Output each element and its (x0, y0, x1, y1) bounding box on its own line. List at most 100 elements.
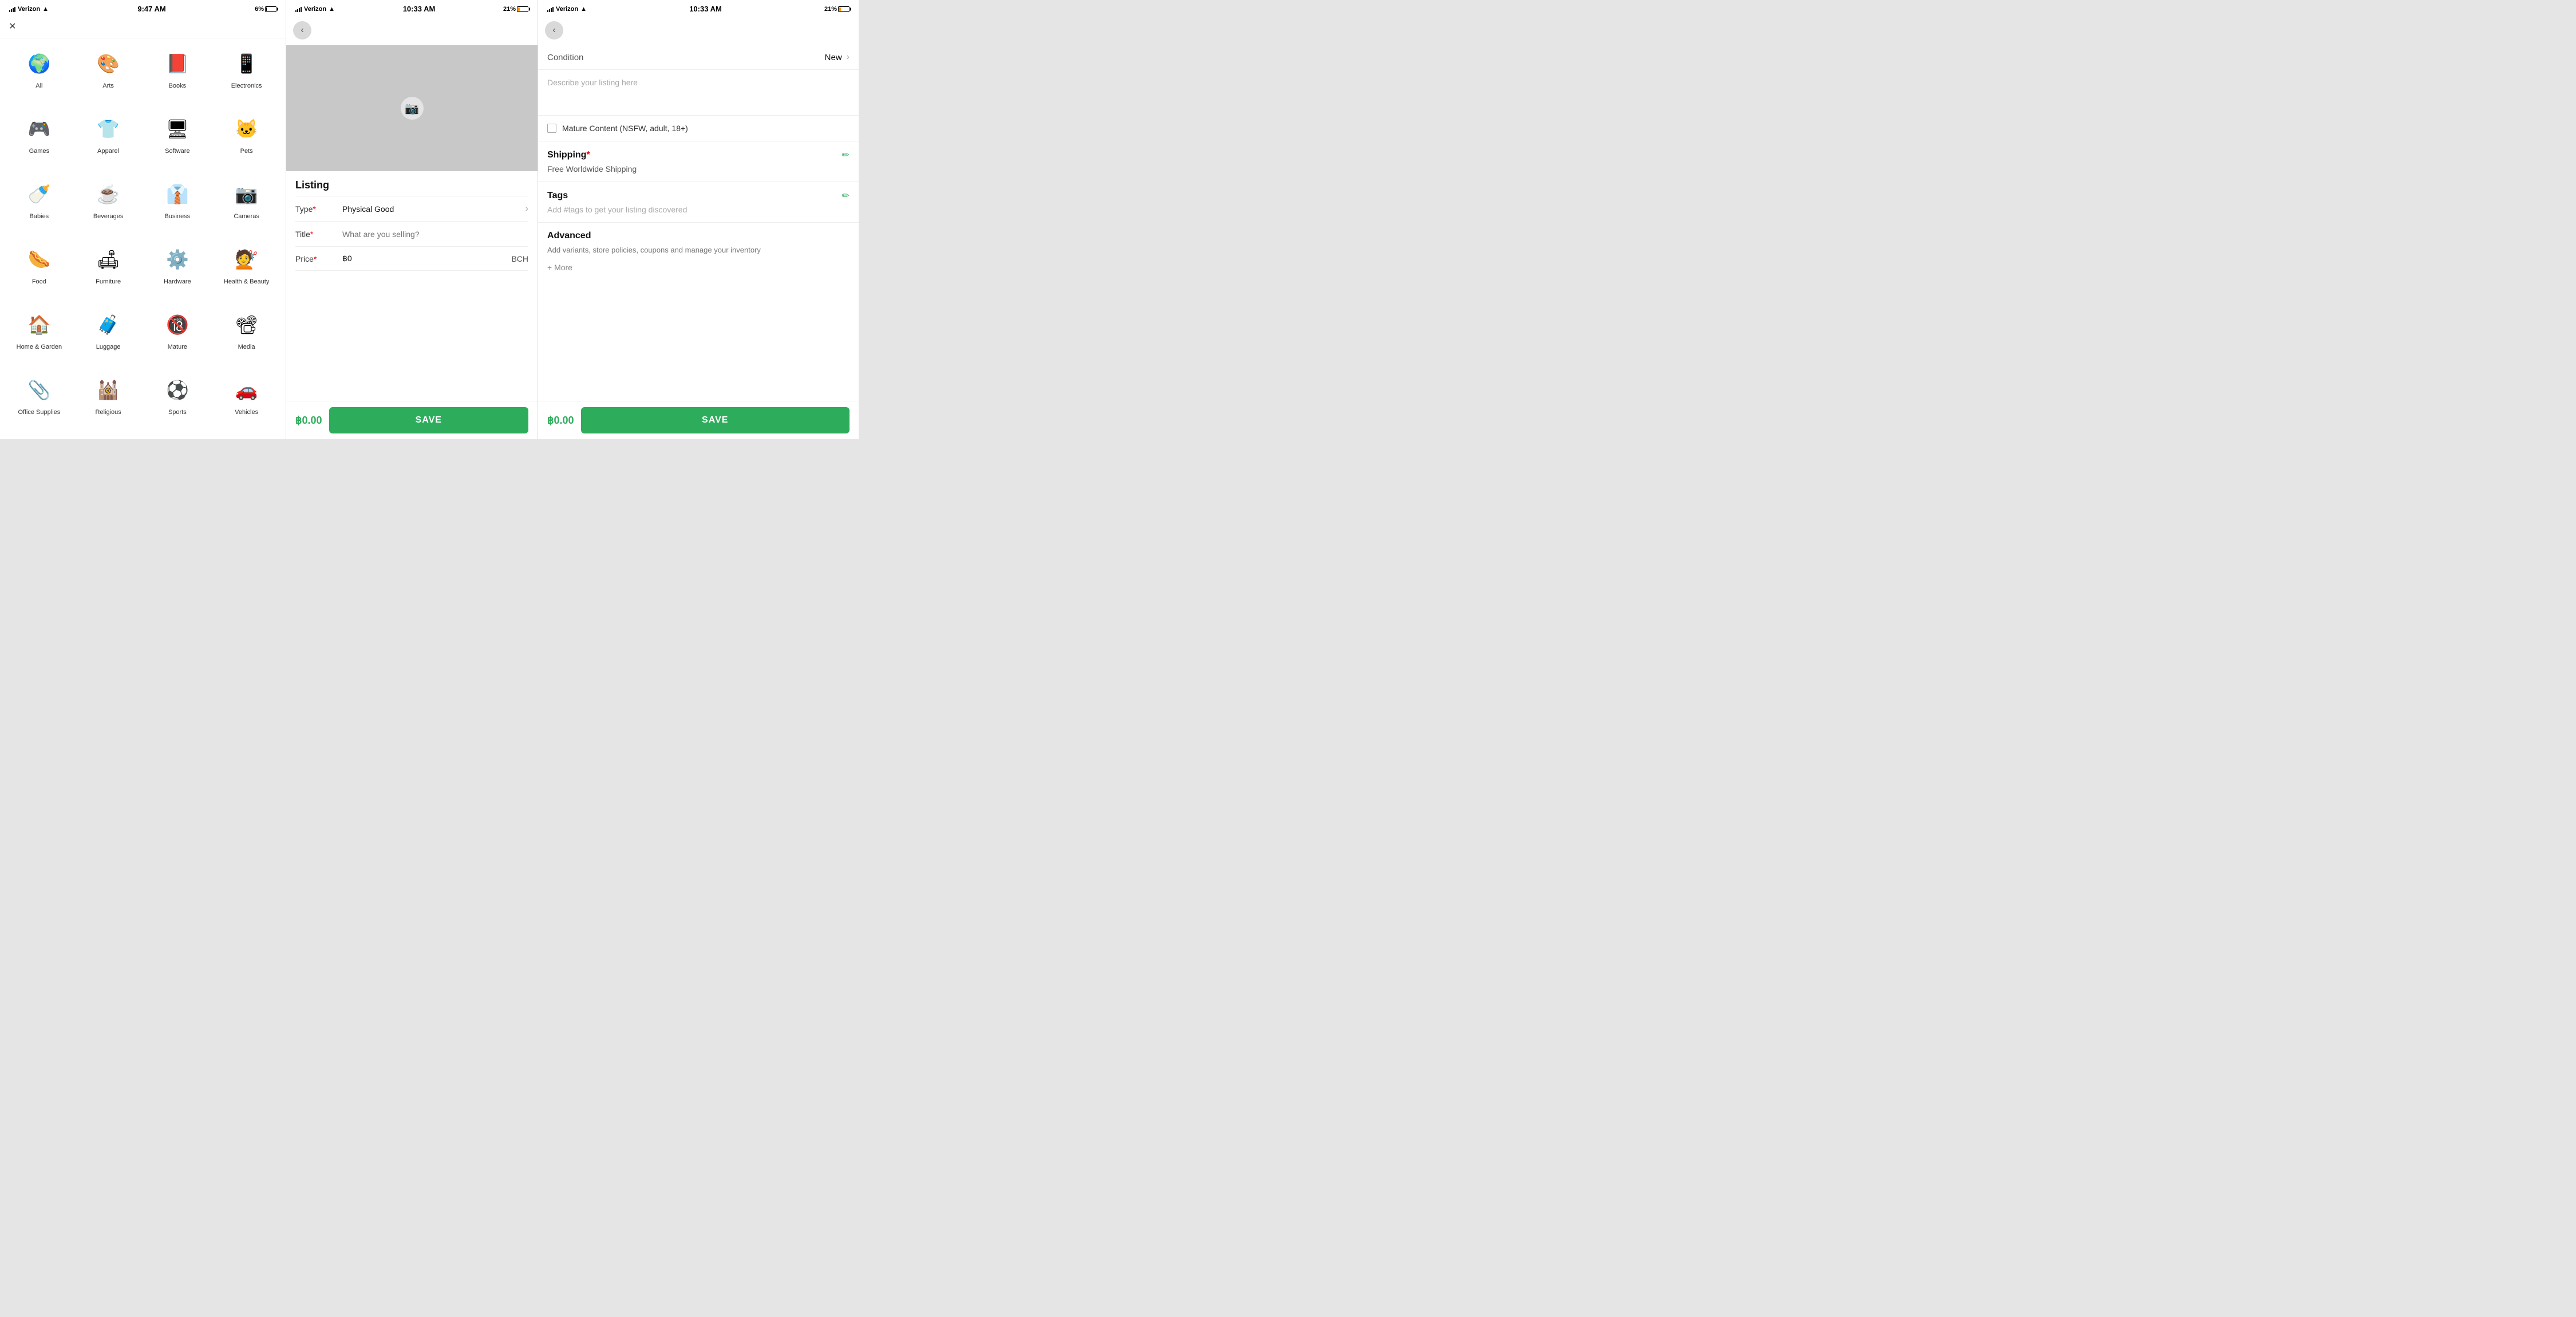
category-item-arts[interactable]: 🎨Arts (74, 43, 143, 108)
condition-row[interactable]: Condition New › (538, 45, 859, 70)
battery-pct-right: 21% (824, 6, 837, 13)
description-placeholder: Describe your listing here (547, 78, 638, 87)
battery-pct-mid: 21% (503, 6, 516, 13)
price-label: Price* (295, 254, 335, 263)
categories-grid: 🌍All🎨Arts📕Books📱Electronics 🎮 Games 👕Appare… (0, 38, 286, 439)
more-link[interactable]: + More (538, 258, 859, 277)
shipping-title: Shipping* (547, 150, 842, 160)
babies-label: Babies (30, 212, 49, 220)
business-icon: 👔 (163, 179, 192, 209)
mature-content-checkbox[interactable] (547, 124, 556, 133)
listing-form: Listing Type* Physical Good › Title* Pri… (286, 171, 538, 401)
mature-label: Mature (168, 343, 187, 351)
media-icon: 📽 (232, 310, 262, 340)
bottom-bar-right: ฿0.00 SAVE (538, 401, 859, 439)
price-row[interactable]: Price* ฿0 BCH (295, 247, 528, 271)
category-item-sports[interactable]: ⚽ Sports (143, 369, 212, 435)
tags-edit-icon[interactable]: ✏ (842, 190, 850, 202)
category-item-office-supplies[interactable]: 📎 Office Supplies (5, 369, 74, 435)
sports-icon: ⚽ (163, 375, 192, 405)
category-item-pets[interactable]: 🐱Pets (212, 108, 281, 174)
category-item-food[interactable]: 🌭Food (5, 239, 74, 304)
back-button-mid[interactable]: ‹ (293, 21, 311, 40)
category-item-health-beauty[interactable]: 💇 Health & Beauty (212, 239, 281, 304)
category-item-luggage[interactable]: 🧳Luggage (74, 304, 143, 369)
battery-icon-right (838, 6, 850, 12)
total-price-mid: ฿0.00 (295, 415, 322, 427)
shipping-header: Shipping* ✏ (538, 141, 859, 163)
software-label: Software (165, 147, 189, 155)
beverages-label: Beverages (93, 212, 124, 220)
category-item-software[interactable]: 🖥Software (143, 108, 212, 174)
category-item-hardware[interactable]: ⚙️ Hardware (143, 239, 212, 304)
close-bar: × (0, 15, 286, 38)
carrier-right: Verizon ▲ (547, 6, 587, 13)
tags-placeholder: Add #tags to get your listing discovered (538, 204, 859, 223)
description-area[interactable]: Describe your listing here (538, 70, 859, 116)
food-label: Food (32, 278, 46, 286)
carrier-mid: Verizon ▲ (295, 6, 335, 13)
signal-icon (9, 6, 15, 12)
price-value: ฿0 (335, 254, 352, 263)
carrier-name-right: Verizon (556, 6, 578, 13)
type-row[interactable]: Type* Physical Good › (295, 196, 528, 222)
category-item-business[interactable]: 👔Business (143, 174, 212, 239)
sports-label: Sports (168, 408, 187, 416)
category-item-all[interactable]: 🌍All (5, 43, 74, 108)
time-mid: 10:33 AM (403, 5, 436, 13)
cameras-icon: 📷 (232, 179, 262, 209)
arts-label: Arts (102, 82, 114, 90)
status-bar-right: Verizon ▲ 10:33 AM 21% (538, 0, 859, 15)
battery-icon-mid (517, 6, 528, 12)
games-icon: 🎮 (24, 114, 54, 144)
type-value: Physical Good (335, 204, 526, 214)
pets-icon: 🐱 (232, 114, 262, 144)
shipping-edit-icon[interactable]: ✏ (842, 149, 850, 161)
category-item-beverages[interactable]: ☕Beverages (74, 174, 143, 239)
time-left: 9:47 AM (137, 5, 165, 13)
title-label: Title* (295, 230, 335, 239)
books-icon: 📕 (163, 49, 192, 78)
image-placeholder[interactable]: 📷 (286, 45, 538, 171)
carrier-name-mid: Verizon (304, 6, 326, 13)
title-input[interactable] (335, 230, 528, 239)
games-label: Games (29, 147, 49, 155)
electronics-icon: 📱 (232, 49, 262, 78)
save-button-mid[interactable]: SAVE (329, 407, 529, 433)
office-supplies-label: Office Supplies (18, 408, 60, 416)
office-supplies-icon: 📎 (24, 375, 54, 405)
mature-content-row[interactable]: Mature Content (NSFW, adult, 18+) (538, 116, 859, 141)
category-item-media[interactable]: 📽 Media (212, 304, 281, 369)
home-garden-label: Home & Garden (17, 343, 62, 351)
category-item-furniture[interactable]: 🛋 Furniture (74, 239, 143, 304)
back-button-right[interactable]: ‹ (545, 21, 563, 40)
category-item-religious[interactable]: 🕍Religious (74, 369, 143, 435)
cameras-label: Cameras (234, 212, 259, 220)
category-item-games[interactable]: 🎮 Games (5, 108, 74, 174)
category-item-cameras[interactable]: 📷 Cameras (212, 174, 281, 239)
category-item-electronics[interactable]: 📱Electronics (212, 43, 281, 108)
bottom-bar-mid: ฿0.00 SAVE (286, 401, 538, 439)
hardware-icon: ⚙️ (163, 245, 192, 274)
signal-icon-right (547, 6, 554, 12)
category-item-vehicles[interactable]: 🚗Vehicles (212, 369, 281, 435)
close-button[interactable]: × (9, 20, 16, 33)
hardware-label: Hardware (164, 278, 191, 286)
details-panel: Verizon ▲ 10:33 AM 21% ‹ Condition New ›… (538, 0, 859, 439)
category-item-mature[interactable]: 🔞 Mature (143, 304, 212, 369)
category-item-apparel[interactable]: 👕Apparel (74, 108, 143, 174)
title-row[interactable]: Title* (295, 222, 528, 247)
category-item-home-garden[interactable]: 🏠Home & Garden (5, 304, 74, 369)
save-button-right[interactable]: SAVE (581, 407, 850, 433)
category-item-babies[interactable]: 🍼Babies (5, 174, 74, 239)
battery-right: 21% (824, 6, 850, 13)
furniture-label: Furniture (96, 278, 121, 286)
mature-icon: 🔞 (163, 310, 192, 340)
category-item-books[interactable]: 📕Books (143, 43, 212, 108)
apparel-label: Apparel (97, 147, 119, 155)
religious-label: Religious (96, 408, 121, 416)
furniture-icon: 🛋 (93, 245, 123, 274)
media-label: Media (238, 343, 255, 351)
health-beauty-label: Health & Beauty (224, 278, 270, 286)
health-beauty-icon: 💇 (232, 245, 262, 274)
